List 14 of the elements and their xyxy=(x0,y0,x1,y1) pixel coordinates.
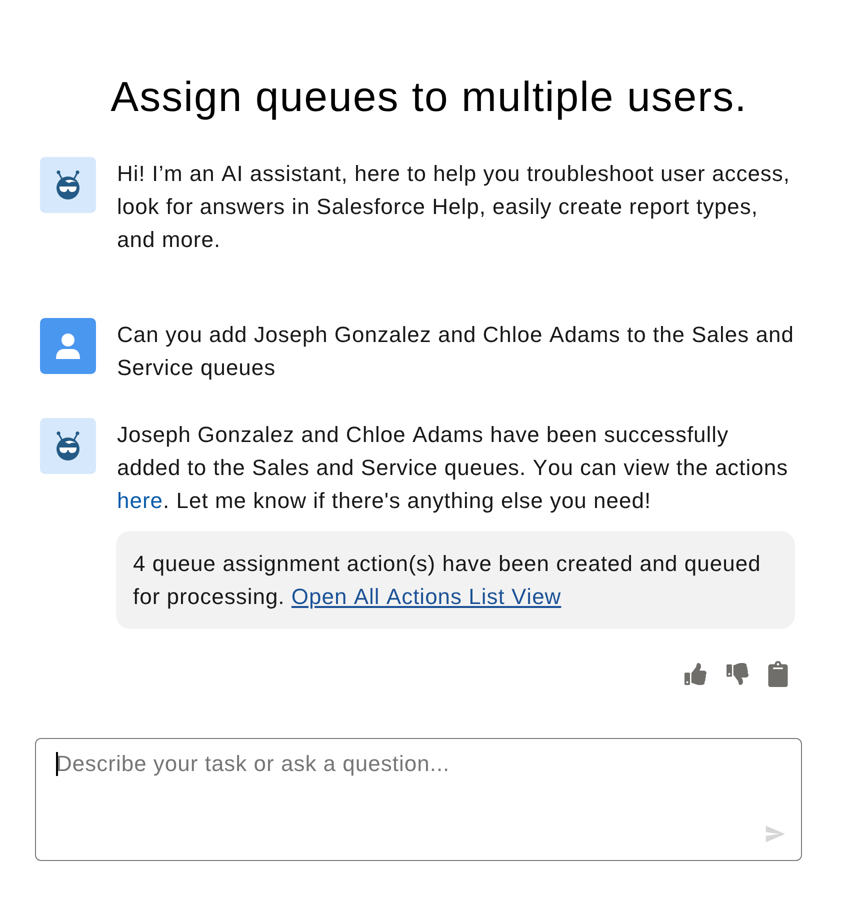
list-view-link[interactable]: Open All Actions List View xyxy=(291,584,562,609)
user-avatar-icon xyxy=(40,318,96,374)
thumbs-up-icon[interactable] xyxy=(683,663,708,685)
action-summary-text: 4 queue assignment action(s) have been created and queued for processing. Open All Actions List View xyxy=(133,550,762,611)
robot-avatar-icon xyxy=(40,157,96,213)
assistant-message: Hi! I’m an AI assistant, here to help you troubleshoot user access, look for answers in Salesforce Help, easily create report types, and more. xyxy=(117,160,792,254)
page-title: Assign queues to multiple users. xyxy=(110,72,748,121)
here-link[interactable]: here xyxy=(117,488,164,513)
assistant-message: Joseph Gonzalez and Chloe Adams have been successfully added to the Sales and Service queues. You can view the actions here. Let me know if there's anything else you need! xyxy=(117,421,790,515)
robot-avatar-icon xyxy=(40,418,96,474)
user-message: Can you add Joseph Gonzalez and Chloe Adams to the Sales and Service queues xyxy=(117,321,795,382)
message-input[interactable]: Describe your task or ask a question... xyxy=(35,738,802,861)
clipboard-icon[interactable] xyxy=(767,661,789,687)
thumbs-down-icon[interactable] xyxy=(725,663,750,685)
